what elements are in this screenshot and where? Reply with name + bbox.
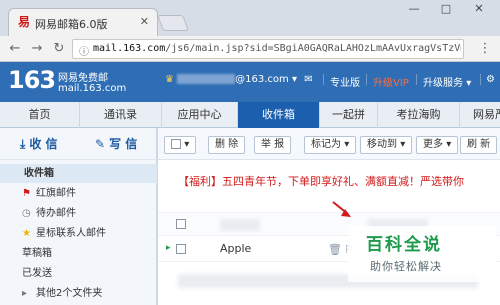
settings-icon[interactable]: ⚙ [486, 74, 495, 85]
folder-drafts[interactable]: 草稿箱 [0, 244, 157, 263]
mail-header: 163 网易免费邮 mail.163.com ♛ @163.com ▾ ✉ 专业… [0, 62, 500, 102]
receive-label: 收 信 [29, 137, 58, 151]
select-all-checkbox[interactable]: ▾ [164, 136, 197, 154]
divider [416, 74, 417, 85]
tab-title: 网易邮箱6.0版 [35, 18, 108, 31]
user-name-redacted [177, 74, 236, 84]
user-domain: @163.com [235, 74, 289, 85]
upgrade-service-label: 升级服务 [423, 78, 463, 89]
browser-tab[interactable]: 易 网易邮箱6.0版 ✕ [8, 8, 158, 36]
write-label: 写 信 [109, 137, 138, 151]
move-to-label: 移动到 [367, 139, 397, 150]
tab-app-center[interactable]: 应用中心 [162, 102, 238, 128]
folder-label: 星标联系人邮件 [36, 228, 106, 239]
chevron-down-icon: ▾ [466, 78, 472, 89]
upgrade-service-link[interactable]: 升级服务 ▾ [423, 74, 471, 89]
watermark-title: 百科全说 [366, 235, 442, 255]
divider [366, 74, 367, 85]
user-crown-icon: ♛ [165, 74, 174, 85]
red-arrow-icon [332, 201, 351, 217]
tab-kaola[interactable]: 考拉海购 [378, 102, 460, 128]
download-arrow-icon: ⤓ [20, 137, 26, 151]
watermark-subtitle: 助你轻松解决 [370, 260, 442, 273]
report-button[interactable]: 举 报 [254, 136, 292, 154]
logo-name: 网易免费邮 [58, 73, 108, 84]
netease-logo-icon: 易 [18, 15, 31, 29]
folder-inbox[interactable]: 收件箱 [0, 164, 157, 183]
chevron-right-icon: ▸ [22, 288, 28, 299]
watermark: 百科全说 助你轻松解决 [348, 226, 496, 282]
divider [323, 74, 324, 85]
checkbox [171, 139, 181, 149]
logo-domain: mail.163.com [58, 83, 127, 94]
promo-banner[interactable]: 【福利】五四青年节，下单即享好礼、满额直减！严选带你 [178, 173, 464, 189]
close-tab-icon[interactable]: ✕ [140, 15, 149, 28]
divider [480, 74, 481, 85]
more-button[interactable]: 更多 ▾ [416, 136, 459, 154]
url-path: /js6/main.jsp?sid=SBgiA0GAQRaLAHOzLmAAvU… [165, 43, 461, 54]
play-icon: ▸ [166, 243, 171, 253]
browser-toolbar: ← → ↻ ⓘ mail.163.com/js6/main.jsp?sid=SB… [0, 36, 500, 62]
folder-label: 红旗邮件 [36, 188, 76, 199]
close-window-button[interactable]: ✕ [464, 0, 494, 18]
refresh-button[interactable]: 刷 新 [460, 136, 498, 154]
mail-icon[interactable]: ✉ [304, 74, 312, 85]
mark-as-button[interactable]: 标记为 ▾ [304, 136, 357, 154]
more-label: 更多 [423, 139, 443, 150]
receive-button[interactable]: ⤓ 收 信 [20, 135, 58, 152]
row-checkbox[interactable] [176, 244, 186, 254]
browser-menu-icon[interactable]: ⋮ [476, 40, 494, 58]
url-host: mail.163.com [93, 43, 166, 54]
chevron-down-icon: ▾ [446, 139, 452, 150]
forward-arrow-icon[interactable]: → [28, 40, 46, 58]
maximize-button[interactable]: □ [432, 0, 460, 18]
trash-icon[interactable]: 🗑 [328, 243, 342, 256]
chevron-down-icon: ▾ [344, 139, 350, 150]
page-info-icon[interactable]: ⓘ [79, 43, 89, 58]
star-icon: ★ [22, 228, 31, 239]
pro-edition-link[interactable]: 专业版 [330, 74, 360, 89]
main-nav-tabs: 首页 通讯录 应用中心 收件箱 一起拼 考拉海购 网易严 [0, 102, 500, 128]
chevron-down-icon: ▾ [184, 139, 190, 150]
write-button[interactable]: ✎ 写 信 [95, 135, 137, 152]
upgrade-vip-link[interactable]: 升级VIP [373, 74, 409, 89]
folder-sent[interactable]: 已发送 [0, 264, 157, 283]
mark-as-label: 标记为 [311, 139, 341, 150]
folder-label: 其他2个文件夹 [36, 288, 103, 299]
reload-icon[interactable]: ↻ [50, 40, 68, 58]
url-text: mail.163.com/js6/main.jsp?sid=SBgiA0GAQR… [93, 43, 461, 54]
tab-group-buy[interactable]: 一起拼 [320, 102, 378, 128]
mail-sender: Apple [220, 242, 252, 255]
logo-163[interactable]: 163 [8, 66, 56, 94]
tab-yanxuan[interactable]: 网易严 [460, 102, 500, 128]
mail-toolbar: ▾ 删 除 举 报 标记为 ▾ 移动到 ▾ 更多 ▾ 刷 新 [158, 128, 500, 160]
new-tab-button[interactable] [157, 15, 189, 31]
tab-home[interactable]: 首页 [0, 102, 80, 128]
tab-contacts[interactable]: 通讯录 [80, 102, 162, 128]
folder-flagged[interactable]: ⚑ 红旗邮件 [0, 184, 157, 203]
folder-other[interactable]: ▸ 其他2个文件夹 [0, 284, 157, 303]
red-flag-icon: ⚑ [22, 188, 31, 199]
compose-row: ⤓ 收 信 ✎ 写 信 [0, 128, 157, 160]
folder-starred[interactable]: ★ 星标联系人邮件 [0, 224, 157, 243]
folder-todo[interactable]: ◷ 待办邮件 [0, 204, 157, 223]
minimize-button[interactable]: — [400, 0, 428, 18]
user-account[interactable]: ♛ @163.com ▾ ✉ [165, 74, 313, 85]
folder-label: 待办邮件 [36, 208, 76, 219]
header-blurred [220, 219, 260, 231]
address-bar[interactable]: ⓘ mail.163.com/js6/main.jsp?sid=SBgiA0GA… [72, 39, 464, 59]
tab-inbox[interactable]: 收件箱 [238, 102, 320, 128]
delete-button[interactable]: 删 除 [208, 136, 246, 154]
chevron-down-icon: ▾ [291, 74, 297, 85]
move-to-button[interactable]: 移动到 ▾ [360, 136, 413, 154]
clock-icon: ◷ [22, 208, 31, 219]
folder-sidebar: ⤓ 收 信 ✎ 写 信 收件箱 ⚑ 红旗邮件 ◷ 待办邮件 ★ 星标联系人邮件 草稿箱 已… [0, 128, 157, 305]
chevron-down-icon: ▾ [400, 139, 406, 150]
back-arrow-icon[interactable]: ← [6, 40, 24, 58]
header-checkbox[interactable] [176, 219, 186, 229]
browser-tab-bar: 易 网易邮箱6.0版 ✕ — □ ✕ [0, 0, 500, 36]
edit-icon: ✎ [95, 137, 106, 151]
